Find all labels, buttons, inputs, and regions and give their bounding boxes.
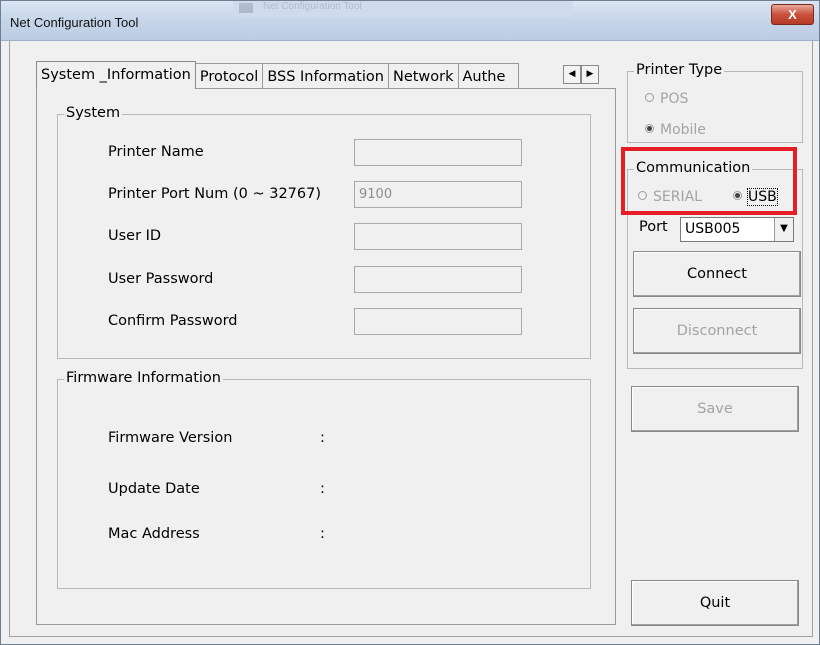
- radio-icon: [645, 93, 654, 102]
- port-label: Port: [639, 219, 668, 235]
- pos-label: POS: [660, 91, 689, 107]
- printer-name-label: Printer Name: [108, 144, 204, 160]
- printer-port-field[interactable]: 9100: [354, 181, 522, 208]
- tab-authentication[interactable]: Authe: [457, 63, 519, 89]
- window-title: Net Configuration Tool: [10, 15, 139, 30]
- tab-network[interactable]: Network: [387, 63, 459, 89]
- system-group-title: System: [64, 105, 123, 121]
- tab-panel-system-information: System Printer Name Printer Port Num (0 …: [36, 88, 616, 625]
- chevron-down-icon[interactable]: ▼: [774, 218, 793, 241]
- tab-strip: System _Information Protocol BSS Informa…: [36, 61, 519, 89]
- system-group: System Printer Name Printer Port Num (0 …: [57, 105, 591, 359]
- connect-button[interactable]: Connect: [633, 251, 801, 297]
- tab-scroll-left-icon[interactable]: ◀: [563, 65, 581, 84]
- quit-button[interactable]: Quit: [631, 580, 799, 626]
- printer-port-label: Printer Port Num (0 ~ 32767): [108, 186, 322, 202]
- printer-type-pos-radio[interactable]: POS: [645, 91, 688, 107]
- printer-type-title: Printer Type: [634, 62, 725, 78]
- close-icon: X: [788, 7, 797, 22]
- close-button[interactable]: X: [771, 4, 814, 25]
- printer-type-mobile-radio[interactable]: Mobile: [645, 122, 706, 138]
- firmware-version-label: Firmware Version: [108, 430, 233, 446]
- tab-bss-information[interactable]: BSS Information: [262, 63, 389, 89]
- update-date-separator: :: [320, 481, 325, 497]
- tab-scroll-controls: ◀ ▶: [563, 65, 599, 84]
- app-icon: [239, 3, 253, 13]
- firmware-group: Firmware Information Firmware Version : …: [57, 370, 591, 589]
- disconnect-button[interactable]: Disconnect: [633, 308, 801, 354]
- confirm-password-field[interactable]: [354, 308, 522, 335]
- mac-address-label: Mac Address: [108, 526, 200, 542]
- tab-scroll-right-icon[interactable]: ▶: [581, 65, 599, 84]
- mobile-label: Mobile: [660, 122, 706, 138]
- user-password-field[interactable]: [354, 266, 522, 293]
- port-value: USB005: [685, 221, 741, 237]
- user-password-label: User Password: [108, 271, 214, 287]
- background-window-title: Net Configuration Tool: [233, 1, 573, 17]
- confirm-password-label: Confirm Password: [108, 313, 238, 329]
- background-window-title-text: Net Configuration Tool: [263, 1, 362, 12]
- firmware-group-title: Firmware Information: [64, 370, 223, 386]
- firmware-version-separator: :: [320, 430, 325, 446]
- user-id-field[interactable]: [354, 223, 522, 250]
- app-window: Net Configuration Tool Net Configuration…: [0, 0, 820, 645]
- mac-address-separator: :: [320, 526, 325, 542]
- highlight-box: [621, 147, 797, 215]
- tab-system-information[interactable]: System _Information: [36, 61, 196, 89]
- user-id-label: User ID: [108, 228, 162, 244]
- title-bar[interactable]: Net Configuration Tool Net Configuration…: [1, 1, 819, 41]
- tab-protocol[interactable]: Protocol: [194, 63, 264, 89]
- printer-name-field[interactable]: [354, 139, 522, 166]
- port-select[interactable]: USB005 ▼: [680, 217, 794, 242]
- save-button[interactable]: Save: [631, 386, 799, 432]
- radio-selected-icon: [645, 124, 654, 133]
- update-date-label: Update Date: [108, 481, 200, 497]
